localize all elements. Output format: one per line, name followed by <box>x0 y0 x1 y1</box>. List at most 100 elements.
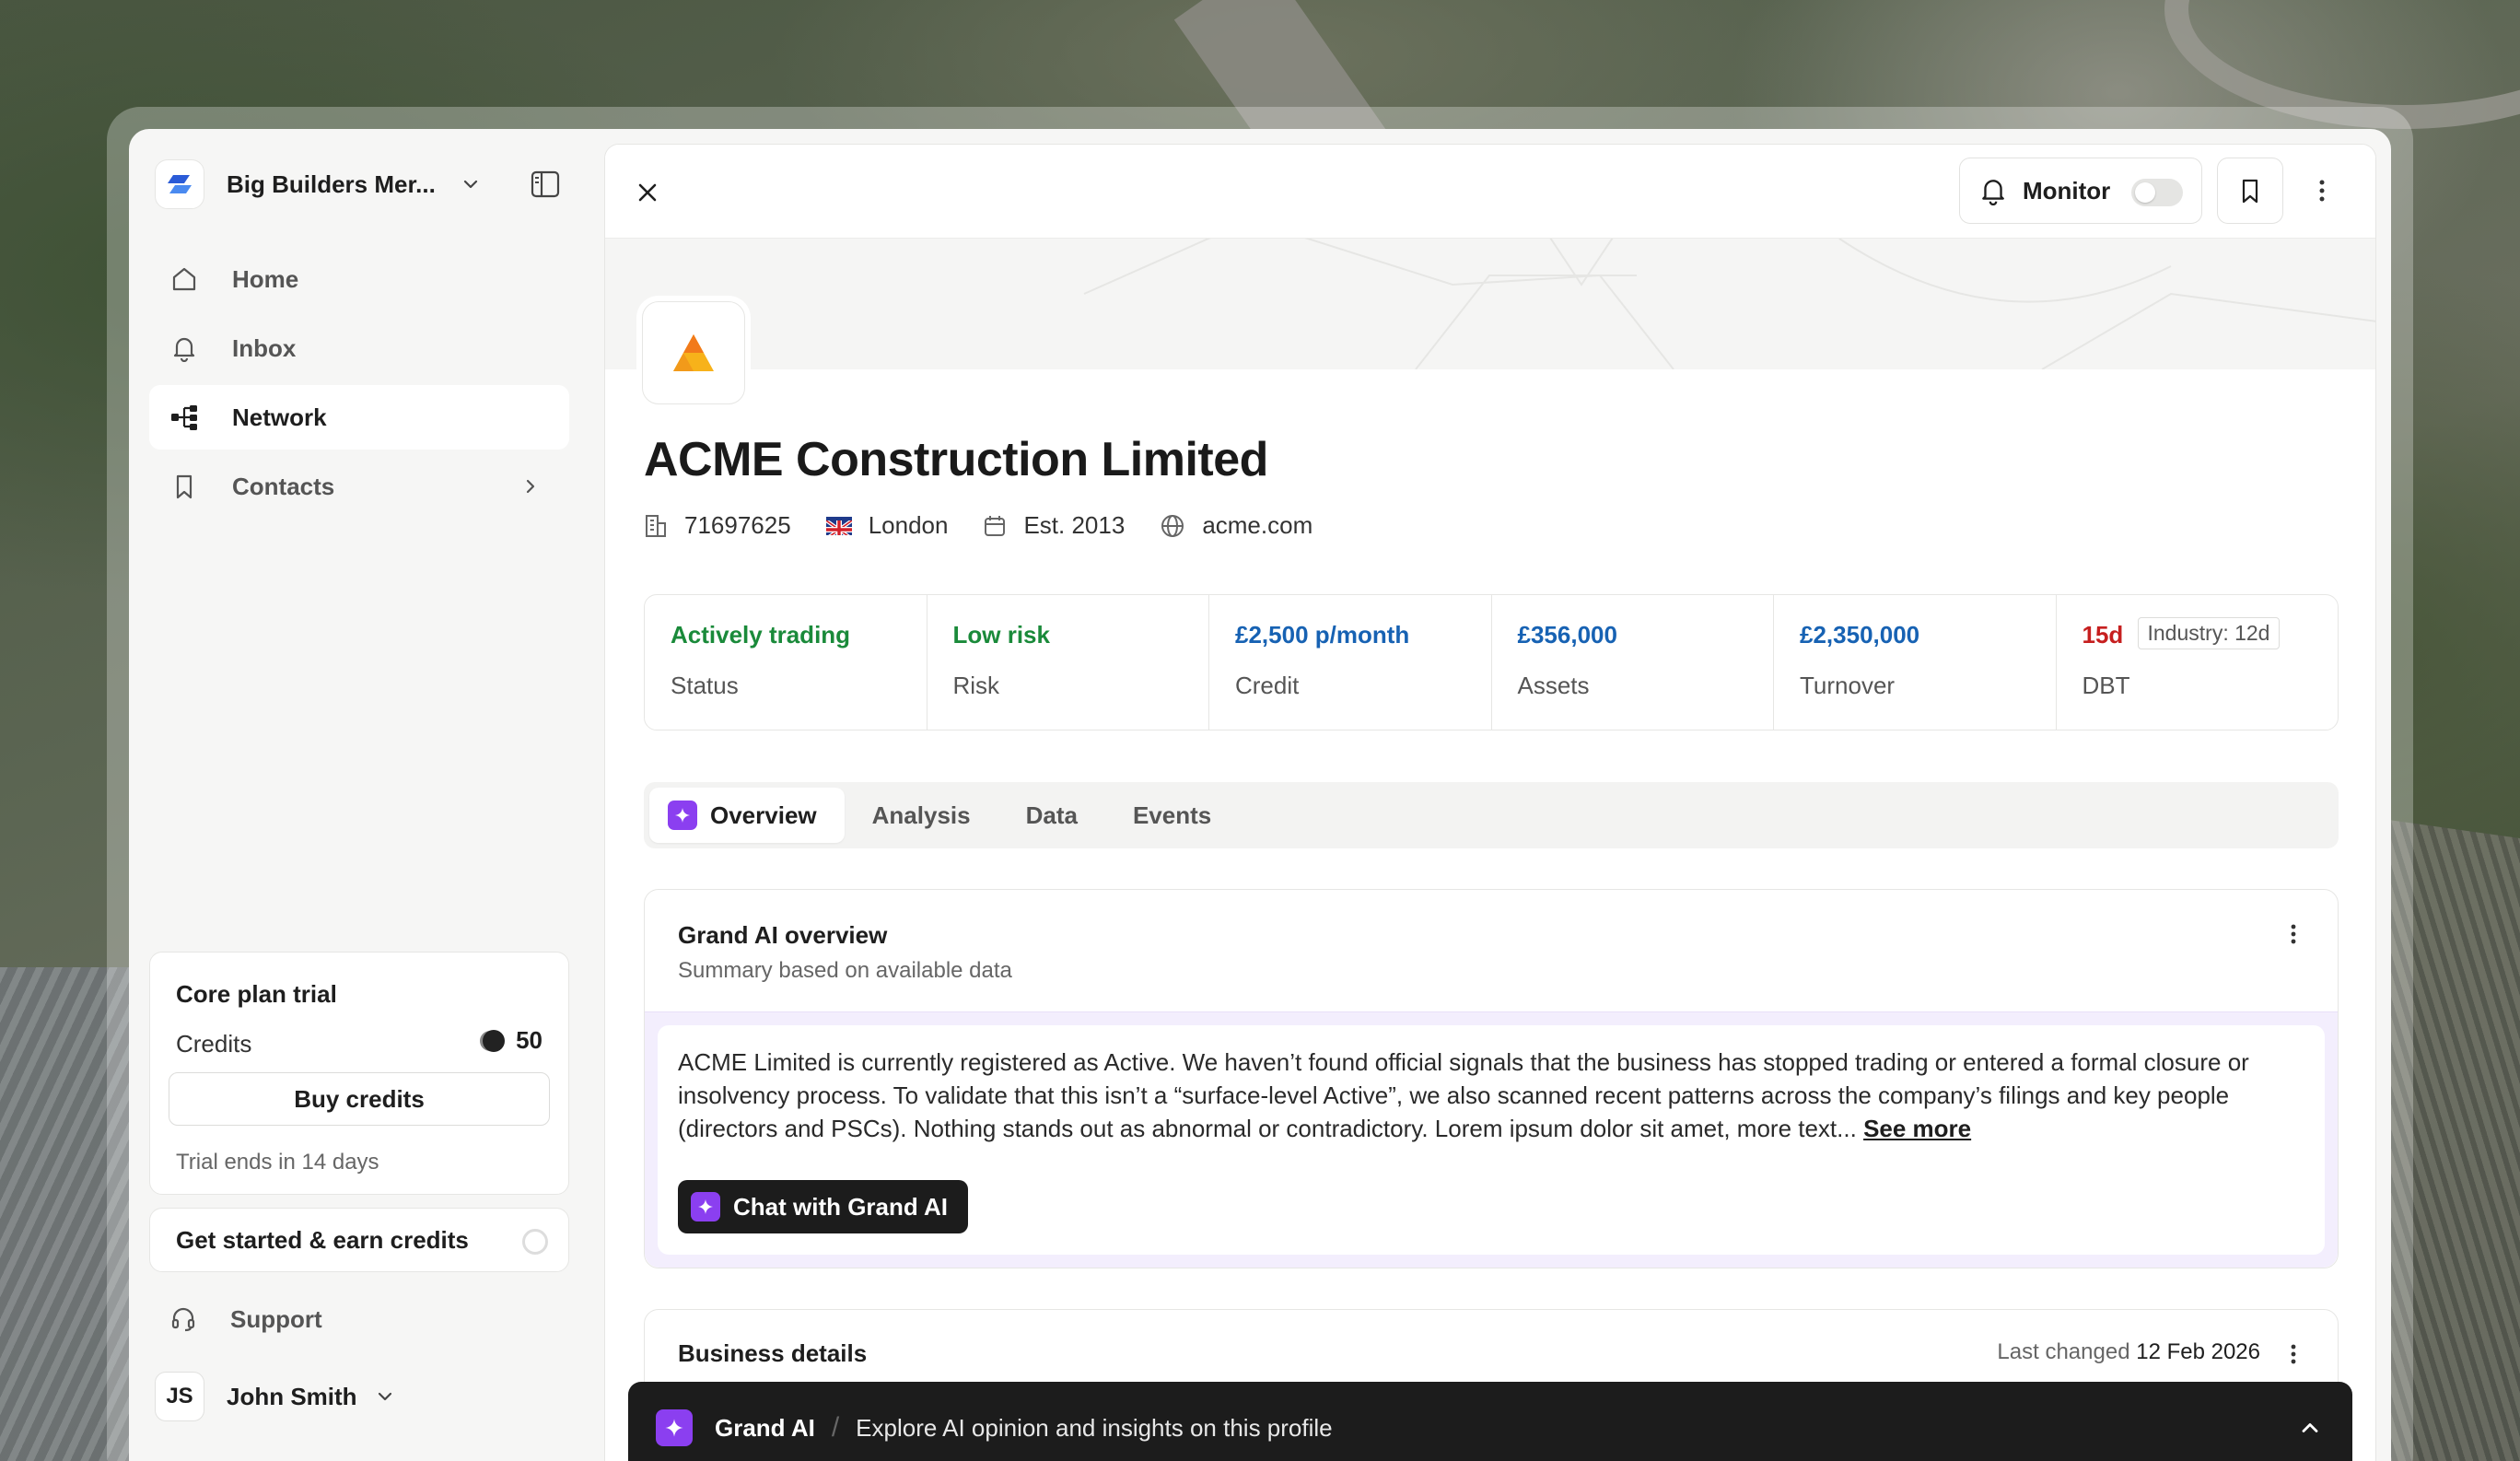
chevron-down-icon <box>378 1392 391 1401</box>
stat-status: Actively trading Status <box>645 595 928 730</box>
main-nav: Home Inbox Network Contacts <box>149 247 569 523</box>
trial-card: Core plan trial Credits 50 Buy credits T… <box>149 952 569 1195</box>
bookmark-icon <box>169 472 199 501</box>
get-started-card[interactable]: Get started & earn credits <box>149 1208 569 1272</box>
building-icon <box>646 514 666 537</box>
sidebar-item-network[interactable]: Network <box>149 385 569 450</box>
close-icon[interactable] <box>633 178 662 207</box>
monitor-toggle[interactable]: Monitor <box>1959 158 2202 224</box>
grand-ai-description: Explore AI opinion and insights on this … <box>856 1413 1333 1442</box>
coin-icon <box>483 1029 506 1052</box>
company-logo <box>642 301 745 404</box>
turnover-label: Turnover <box>1800 672 1896 699</box>
stat-credit: £2,500 p/month Credit <box>1209 595 1492 730</box>
ai-overview-body-wrap: ACME Limited is currently registered as … <box>645 1011 2338 1268</box>
stat-risk: Low risk Risk <box>928 595 1209 730</box>
sparkle-icon <box>656 1409 693 1446</box>
more-options-icon[interactable] <box>2290 923 2297 950</box>
panel-toolbar: Monitor <box>605 145 2375 239</box>
assets-label: Assets <box>1517 672 1590 699</box>
support-link[interactable]: Support <box>169 1292 322 1347</box>
company-established: Est. 2013 <box>983 511 1125 540</box>
grand-ai-name: Grand AI <box>715 1413 815 1442</box>
sidebar-item-label: Network <box>232 403 327 431</box>
status-label: Status <box>671 672 739 699</box>
chevron-down-icon <box>463 180 477 189</box>
network-icon <box>169 403 199 432</box>
sidebar-item-label: Home <box>232 264 299 293</box>
assets-value: £356,000 <box>1517 621 1617 649</box>
last-changed: Last changed 12 Feb 2026 <box>1997 1339 2260 1364</box>
company-name: ACME Construction Limited <box>644 433 1268 486</box>
user-name: John Smith <box>227 1382 357 1410</box>
cover-banner <box>605 239 2375 369</box>
risk-label: Risk <box>952 672 1000 699</box>
sidebar-toggle-icon[interactable] <box>531 170 560 198</box>
credit-label: Credit <box>1235 672 1300 699</box>
company-website[interactable]: acme.com <box>1160 511 1312 540</box>
trial-title: Core plan trial <box>176 980 337 1008</box>
brand-logo-icon <box>168 175 192 193</box>
calendar-icon <box>985 515 1006 536</box>
ai-overview-title: Grand AI overview <box>678 921 888 949</box>
monitor-label: Monitor <box>2023 176 2111 205</box>
company-logo-icon <box>673 334 714 371</box>
sidebar-item-label: Contacts <box>232 472 335 500</box>
status-value: Actively trading <box>671 621 851 649</box>
ai-overview-text: ACME Limited is currently registered as … <box>678 1048 2249 1142</box>
stat-dbt: 15d Industry: 12d DBT <box>2057 595 2339 730</box>
ai-overview-subtitle: Summary based on available data <box>678 958 1012 983</box>
sparkle-icon <box>691 1192 720 1221</box>
tab-analysis[interactable]: Analysis <box>845 788 998 843</box>
progress-ring-icon <box>522 1229 548 1255</box>
support-label: Support <box>230 1304 322 1333</box>
see-more-link[interactable]: See more <box>1863 1115 1971 1142</box>
bell-icon <box>169 333 199 363</box>
monitor-switch[interactable] <box>2131 179 2183 206</box>
sidebar-item-contacts[interactable]: Contacts <box>149 454 569 519</box>
avatar: JS <box>155 1372 204 1421</box>
chevron-right-icon <box>526 479 535 494</box>
globe-icon <box>1161 514 1184 537</box>
chevron-up-icon[interactable] <box>2297 1415 2323 1441</box>
tab-data[interactable]: Data <box>998 788 1105 843</box>
cover-pattern <box>1083 239 2375 369</box>
tab-overview[interactable]: Overview <box>649 788 845 843</box>
chat-with-ai-button[interactable]: Chat with Grand AI <box>678 1180 969 1233</box>
home-icon <box>169 264 199 294</box>
bookmark-icon <box>2242 179 2258 204</box>
company-location: London <box>825 511 948 540</box>
company-profile-panel: Monitor ACME Construction Limited 716976… <box>604 144 2376 1461</box>
ai-overview-body: ACME Limited is currently registered as … <box>658 1025 2325 1255</box>
sparkle-icon <box>668 801 697 830</box>
business-details-title: Business details <box>678 1339 868 1367</box>
trial-ends-text: Trial ends in 14 days <box>176 1150 379 1175</box>
grand-ai-bar[interactable]: Grand AI / Explore AI opinion and insigh… <box>628 1382 2352 1461</box>
app-window: Big Builders Mer... Home Inbox Network C… <box>129 129 2391 1461</box>
credit-value: £2,500 p/month <box>1235 621 1410 649</box>
get-started-label: Get started & earn credits <box>176 1225 469 1254</box>
sidebar: Big Builders Mer... Home Inbox Network C… <box>129 129 589 1461</box>
stat-assets: £356,000 Assets <box>1492 595 1774 730</box>
buy-credits-button[interactable]: Buy credits <box>169 1072 550 1126</box>
sidebar-item-home[interactable]: Home <box>149 247 569 311</box>
credits-count: 50 <box>483 1026 542 1055</box>
bell-icon <box>1982 180 2004 205</box>
more-options-icon[interactable] <box>2290 1343 2297 1370</box>
workspace-logo <box>155 159 204 209</box>
user-menu[interactable]: JS John Smith <box>155 1369 396 1424</box>
more-options-icon[interactable] <box>2307 176 2337 205</box>
tab-events[interactable]: Events <box>1105 788 1239 843</box>
sidebar-item-inbox[interactable]: Inbox <box>149 316 569 380</box>
risk-value: Low risk <box>952 621 1050 649</box>
company-number: 71697625 <box>644 511 791 540</box>
credits-value: 50 <box>516 1026 542 1054</box>
headset-icon <box>171 1307 195 1332</box>
uk-flag-icon <box>825 516 852 535</box>
workspace-switcher[interactable]: Big Builders Mer... <box>155 158 560 210</box>
industry-dbt-badge: Industry: 12d <box>2137 617 2281 649</box>
key-stats: Actively trading Status Low risk Risk £2… <box>644 594 2339 730</box>
workspace-name: Big Builders Mer... <box>227 169 436 198</box>
bookmark-button[interactable] <box>2217 158 2283 224</box>
turnover-value: £2,350,000 <box>1800 621 1920 649</box>
